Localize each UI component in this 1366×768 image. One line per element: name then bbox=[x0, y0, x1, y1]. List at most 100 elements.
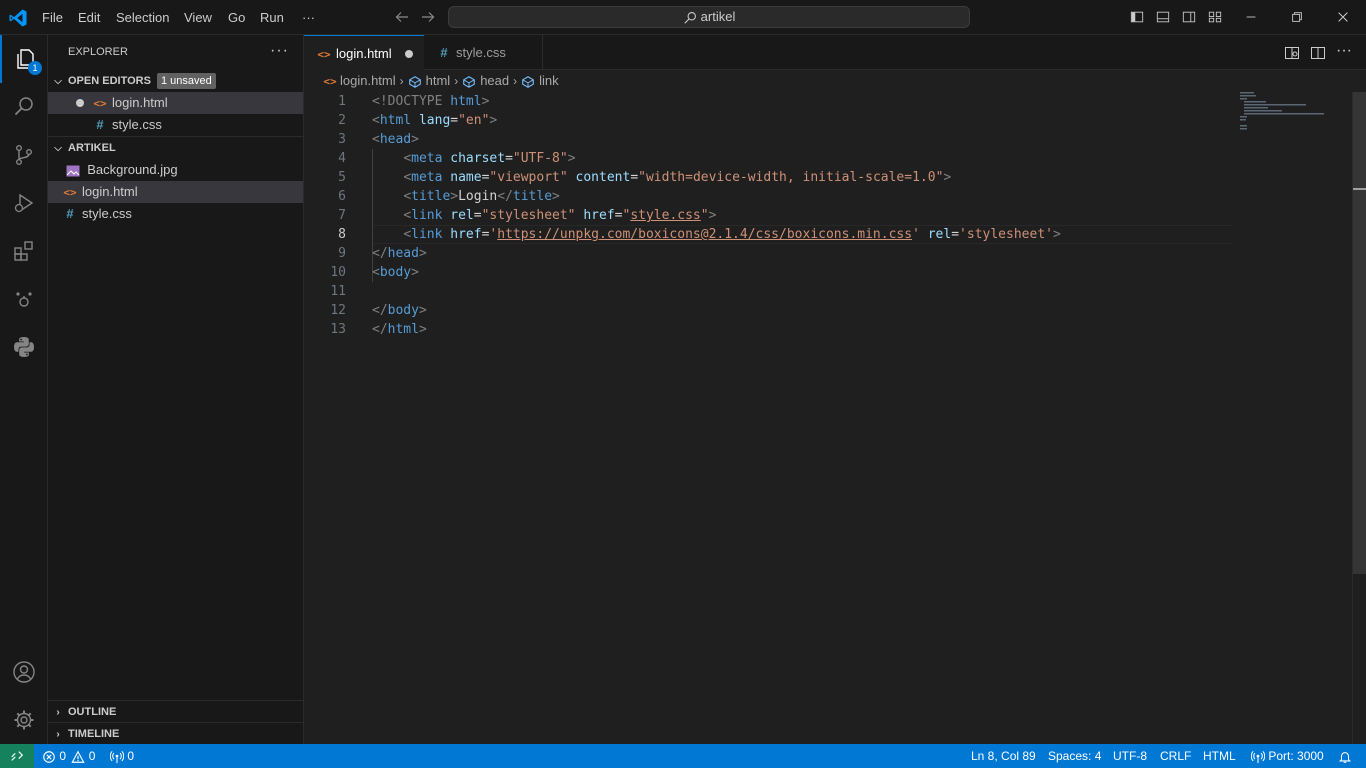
file-item-style-css[interactable]: # style.css bbox=[48, 203, 303, 225]
explorer-more-actions-button[interactable]: ··· bbox=[270, 35, 289, 70]
menu-more[interactable]: ··· bbox=[302, 0, 315, 35]
code-token: < bbox=[403, 151, 412, 166]
code-line[interactable]: 7 <link rel="stylesheet" href="style.css… bbox=[304, 206, 1352, 225]
breadcrumb-link[interactable]: link bbox=[539, 73, 559, 88]
customize-layout-icon[interactable] bbox=[1208, 10, 1222, 24]
menu-file[interactable]: File bbox=[42, 0, 63, 35]
code-token: > bbox=[1052, 227, 1061, 242]
outline-header[interactable]: › OUTLINE bbox=[48, 701, 303, 723]
tab-login-html[interactable]: <> login.html bbox=[304, 35, 424, 70]
code-token: body bbox=[379, 265, 412, 280]
open-editor-item-login-html[interactable]: <> login.html bbox=[48, 92, 303, 114]
code-line[interactable]: 2 <html lang="en"> bbox=[304, 111, 1352, 130]
forward-arrow-icon[interactable] bbox=[420, 9, 436, 25]
breadcrumb-file[interactable]: login.html bbox=[340, 73, 396, 88]
code-text: </html> bbox=[372, 320, 427, 339]
title-bar: File Edit Selection View Go Run ··· arti… bbox=[0, 0, 1366, 35]
command-center-search[interactable]: artikel bbox=[448, 6, 970, 28]
activity-run-debug[interactable] bbox=[0, 179, 48, 227]
code-line[interactable]: 8 <link href = 'https://unpkg.com/boxicons… bbox=[304, 225, 1352, 244]
folder-header-artikel[interactable]: ⌵ ARTIKEL bbox=[48, 137, 303, 159]
activity-python[interactable] bbox=[0, 323, 48, 371]
unsaved-dot-icon[interactable] bbox=[405, 50, 413, 58]
image-file-icon bbox=[66, 165, 80, 177]
code-editor[interactable]: 1 <!DOCTYPE html> 2 <html lang="en"> 3 <head>… bbox=[304, 92, 1352, 744]
live-server-port[interactable]: Port: 3000 bbox=[1250, 744, 1324, 768]
activity-extensions[interactable] bbox=[0, 227, 48, 275]
code-line[interactable]: 6 <title>Login</title> bbox=[304, 187, 1352, 206]
file-item-login-html[interactable]: <> login.html bbox=[48, 181, 303, 203]
ports-indicator[interactable]: 0 bbox=[109, 744, 134, 768]
cursor-position[interactable]: Ln 8, Col 89 bbox=[971, 744, 1036, 768]
activity-explorer[interactable]: 1 bbox=[0, 35, 48, 83]
code-text: <title>Login</title> bbox=[372, 187, 560, 206]
unsaved-badge: 1 unsaved bbox=[156, 73, 216, 89]
activity-manage[interactable] bbox=[0, 696, 48, 744]
html-icon: <> bbox=[63, 186, 77, 199]
breadcrumb-head[interactable]: head bbox=[480, 73, 509, 88]
minimize-icon[interactable] bbox=[1244, 10, 1258, 24]
menu-edit[interactable]: Edit bbox=[78, 0, 100, 35]
remote-indicator[interactable] bbox=[0, 744, 34, 768]
back-arrow-icon[interactable] bbox=[394, 9, 410, 25]
line-number: 13 bbox=[330, 322, 346, 337]
file-item-background-jpg[interactable]: Background.jpg bbox=[48, 159, 303, 181]
split-editor-icon[interactable] bbox=[1310, 45, 1326, 61]
line-ending[interactable]: CRLF bbox=[1160, 744, 1191, 768]
open-preview-icon[interactable] bbox=[1284, 45, 1300, 61]
unsaved-dot-icon[interactable] bbox=[76, 99, 84, 107]
code-line[interactable]: 4 <meta charset="UTF-8"> bbox=[304, 149, 1352, 168]
restore-icon[interactable] bbox=[1290, 10, 1304, 24]
activity-live-share[interactable] bbox=[0, 275, 48, 323]
tab-style-css[interactable]: # style.css bbox=[424, 35, 543, 70]
code-line[interactable]: 13 </html> bbox=[304, 320, 1352, 339]
account-icon bbox=[13, 661, 35, 683]
source-control-icon bbox=[15, 145, 32, 166]
notifications[interactable] bbox=[1338, 744, 1352, 768]
activity-search[interactable] bbox=[0, 83, 48, 131]
menu-go[interactable]: Go bbox=[228, 0, 245, 35]
encoding[interactable]: UTF-8 bbox=[1113, 744, 1147, 768]
toggle-primary-sidebar-icon[interactable] bbox=[1130, 10, 1144, 24]
toggle-secondary-sidebar-icon[interactable] bbox=[1182, 10, 1196, 24]
code-line[interactable]: 9 </head> bbox=[304, 244, 1352, 263]
code-line[interactable]: 5 <meta name="viewport" content="width=d… bbox=[304, 168, 1352, 187]
problems-indicator[interactable]: 0 0 bbox=[42, 744, 95, 768]
timeline-header[interactable]: › TIMELINE bbox=[48, 723, 303, 745]
code-line[interactable]: 3 <head> bbox=[304, 130, 1352, 149]
menu-run[interactable]: Run bbox=[260, 0, 284, 35]
code-line[interactable]: 11 bbox=[304, 282, 1352, 301]
code-line[interactable]: 12 </body> bbox=[304, 301, 1352, 320]
timeline-label: TIMELINE bbox=[68, 728, 120, 740]
code-token: < bbox=[372, 113, 380, 128]
language-mode[interactable]: HTML bbox=[1203, 744, 1236, 768]
port-label: Port: 3000 bbox=[1268, 749, 1324, 763]
open-editors-header[interactable]: ⌵ OPEN EDITORS 1 unsaved bbox=[48, 70, 303, 92]
code-line[interactable]: 10 <body> bbox=[304, 263, 1352, 282]
breadcrumb-html[interactable]: html bbox=[426, 73, 451, 88]
code-token: > bbox=[411, 132, 419, 147]
editor-more-actions-button[interactable]: ··· bbox=[1336, 35, 1352, 67]
scrollbar-thumb[interactable] bbox=[1353, 92, 1366, 574]
code-text: <link rel="stylesheet" href="style.css"> bbox=[372, 206, 716, 225]
code-token: charset bbox=[450, 151, 506, 166]
activity-source-control[interactable] bbox=[0, 131, 48, 179]
html-icon: <> bbox=[323, 75, 337, 88]
menu-view[interactable]: View bbox=[184, 0, 212, 35]
indentation[interactable]: Spaces: 4 bbox=[1048, 744, 1101, 768]
open-editor-item-style-css[interactable]: # style.css bbox=[48, 114, 303, 136]
menu-selection[interactable]: Selection bbox=[116, 0, 169, 35]
editor-scrollbar[interactable] bbox=[1352, 92, 1366, 744]
open-editor-label: style.css bbox=[112, 117, 162, 132]
code-text: <!DOCTYPE html> bbox=[372, 92, 489, 111]
robot-face-icon bbox=[16, 292, 32, 307]
code-line[interactable]: 1 <!DOCTYPE html> bbox=[304, 92, 1352, 111]
activity-accounts[interactable] bbox=[0, 648, 48, 696]
minimap[interactable] bbox=[1238, 92, 1350, 132]
close-icon[interactable] bbox=[1336, 10, 1350, 24]
chevron-right-icon: › bbox=[399, 74, 404, 88]
toggle-panel-icon[interactable] bbox=[1156, 10, 1170, 24]
